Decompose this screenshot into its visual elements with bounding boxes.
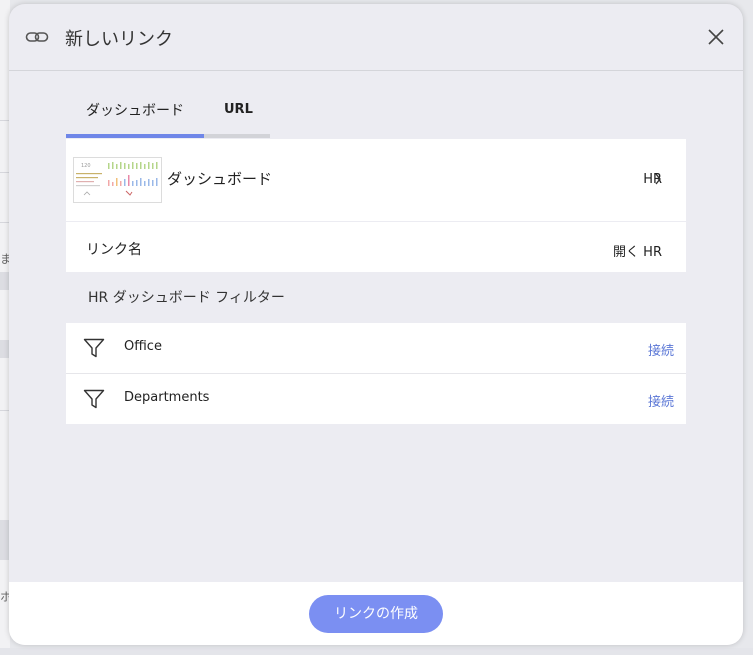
dashboard-name: ダッシュボード bbox=[167, 170, 273, 188]
dashboard-selector[interactable]: 120 ダッシュボード HR bbox=[66, 139, 686, 221]
filter-funnel-icon bbox=[83, 389, 105, 409]
background-app-bottom bbox=[0, 648, 753, 655]
link-name-value[interactable]: 開く HR bbox=[613, 241, 662, 260]
filters-list: Office 接続 Departments 接続 bbox=[66, 323, 686, 424]
create-link-button[interactable]: リンクの作成 bbox=[309, 595, 443, 633]
tab-dashboard[interactable]: ダッシュボード bbox=[66, 94, 204, 138]
filters-section-title: HR ダッシュボード フィルター bbox=[88, 290, 285, 306]
link-type-tabs: ダッシュボード URL bbox=[66, 94, 270, 138]
close-icon[interactable] bbox=[706, 27, 726, 47]
filter-funnel-icon bbox=[83, 338, 105, 358]
dialog-header: 新しいリンク bbox=[9, 4, 743, 71]
link-name-row[interactable]: リンク名 開く HR bbox=[66, 222, 686, 272]
filter-row: Office 接続 bbox=[66, 323, 686, 373]
dashboard-thumbnail: 120 bbox=[73, 157, 162, 203]
filter-row: Departments 接続 bbox=[66, 373, 686, 424]
tab-dashboard-label: ダッシュボード bbox=[86, 103, 184, 119]
new-link-dialog: 新しいリンク ダッシュボード URL 120 ダッシュボード HR リンク名 開… bbox=[9, 4, 743, 645]
background-chart-fragment bbox=[240, 0, 280, 15]
dashboard-thumbnail-image: 120 bbox=[76, 162, 158, 196]
tab-url-indicator bbox=[204, 134, 270, 138]
filter-name: Office bbox=[124, 339, 162, 354]
link-name-label: リンク名 bbox=[86, 242, 142, 258]
tab-url-label: URL bbox=[224, 102, 253, 117]
connect-filter-link[interactable]: 接続 bbox=[648, 340, 674, 359]
tab-url[interactable]: URL bbox=[204, 94, 270, 138]
filter-name: Departments bbox=[124, 390, 210, 405]
link-icon bbox=[25, 32, 49, 42]
chevron-right-icon bbox=[655, 173, 661, 185]
dialog-title: 新しいリンク bbox=[65, 29, 173, 50]
thumbnail-label: 120 bbox=[81, 163, 91, 169]
tab-dashboard-indicator bbox=[66, 134, 204, 138]
connect-filter-link[interactable]: 接続 bbox=[648, 391, 674, 410]
dialog-footer: リンクの作成 bbox=[9, 582, 743, 645]
